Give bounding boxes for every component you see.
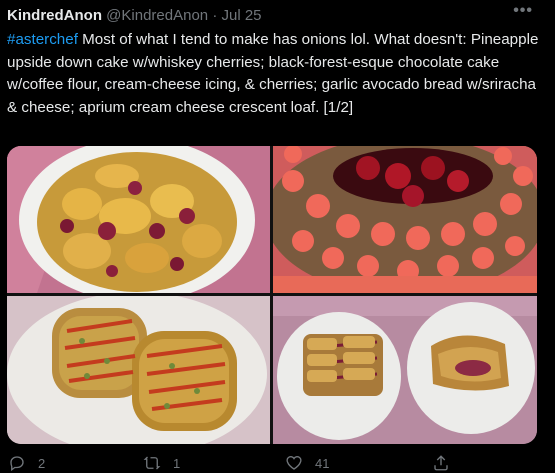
retweet-action[interactable]: 1 xyxy=(143,454,180,472)
reply-count: 2 xyxy=(38,455,46,471)
tweet-date[interactable]: Jul 25 xyxy=(221,7,261,24)
hashtag-link[interactable]: #asterchef xyxy=(7,31,78,48)
action-bar: 2 1 41 xyxy=(0,452,555,473)
share-icon xyxy=(434,455,448,471)
tweet-header: KindredAnon @KindredAnon · Jul 25 xyxy=(7,6,262,26)
photo-avocado-bread[interactable] xyxy=(7,296,270,444)
tweet[interactable]: KindredAnon @KindredAnon · Jul 25 ••• #a… xyxy=(0,0,555,473)
media-grid xyxy=(7,146,537,444)
tweet-text: #asterchef Most of what I tend to make h… xyxy=(7,29,543,119)
like-count: 41 xyxy=(315,455,330,471)
photo-black-forest-cake[interactable] xyxy=(273,146,537,293)
share-action[interactable] xyxy=(432,454,450,472)
reply-icon xyxy=(10,456,24,472)
like-icon xyxy=(286,456,302,470)
tweet-body: Most of what I tend to make has onions l… xyxy=(7,31,539,116)
header-separator: · xyxy=(212,7,218,24)
photo-pineapple-cake[interactable] xyxy=(7,146,270,293)
user-handle[interactable]: @KindredAnon xyxy=(106,7,208,24)
like-action[interactable]: 41 xyxy=(285,454,329,472)
retweet-icon xyxy=(143,456,161,470)
display-name[interactable]: KindredAnon xyxy=(7,7,102,24)
reply-action[interactable]: 2 xyxy=(8,454,45,472)
photo-crescent-loaf[interactable] xyxy=(273,296,537,444)
retweet-count: 1 xyxy=(173,455,181,471)
more-icon[interactable]: ••• xyxy=(513,2,533,20)
